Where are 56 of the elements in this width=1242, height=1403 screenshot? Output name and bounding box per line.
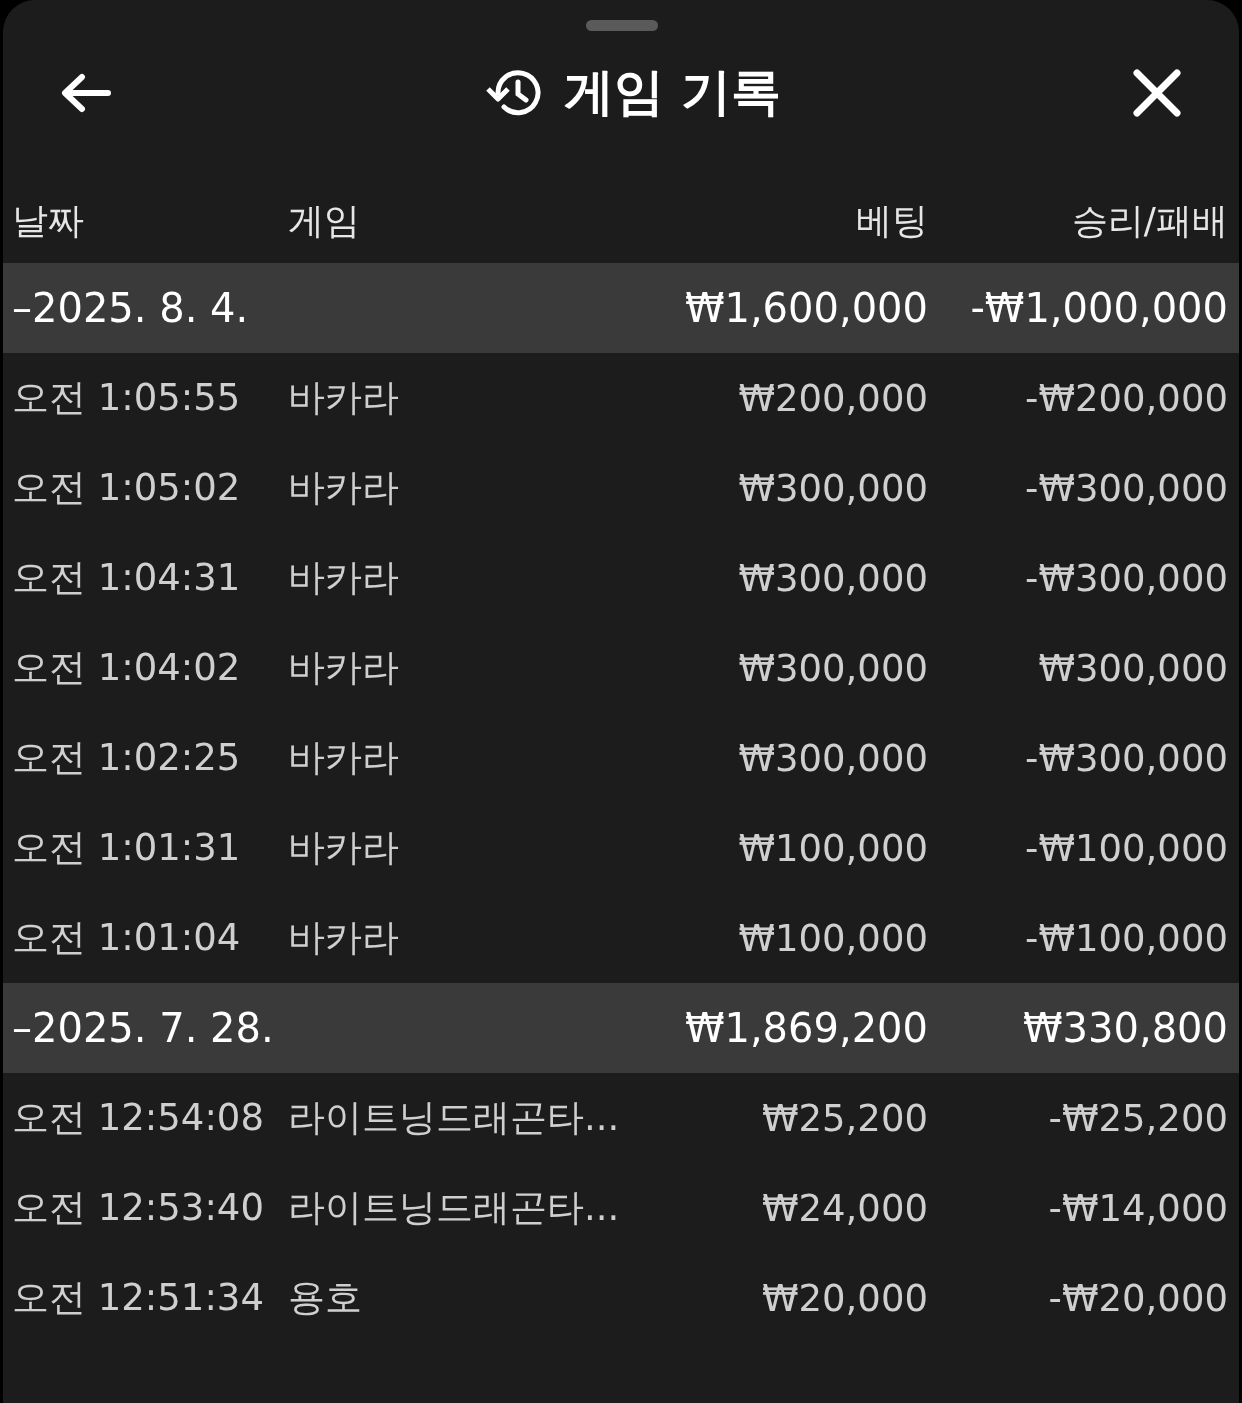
result-cell-text: -₩20,000 [1047,1276,1228,1320]
result-cell-text: -₩25,200 [1047,1096,1228,1140]
group-bet-total: ₩1,869,200 [683,1005,928,1051]
game-cell-text: 바카라 [288,645,400,691]
group-bet-total: ₩1,600,000 [683,285,928,331]
game-cell-text: 용호 [288,1275,363,1321]
bet-cell-text: ₩300,000 [737,736,928,780]
group-date: –2025. 7. 28. [12,1005,275,1051]
time-cell-text: 오전 1:05:02 [12,465,242,511]
group-result-total: -₩1,000,000 [969,285,1228,331]
result-cell-text: -₩14,000 [1047,1186,1228,1230]
bet-cell-text: ₩300,000 [737,466,928,510]
result-cell-text: -₩200,000 [1024,376,1228,420]
bet-cell-text: ₩200,000 [737,376,928,420]
time-cell-text: 오전 1:01:31 [12,825,242,871]
column-header: 날짜 [12,199,85,243]
bet-cell-text: ₩100,000 [737,916,928,960]
bet-cell-text: ₩20,000 [760,1276,928,1320]
column-header: 승리/패배 [1070,199,1228,243]
column-header: 게임 [288,199,361,243]
result-cell-text: -₩300,000 [1024,466,1228,510]
column-header: 베팅 [855,199,928,243]
bet-cell-text: ₩300,000 [737,556,928,600]
time-cell-text: 오전 1:04:31 [12,555,242,601]
bet-cell-text: ₩300,000 [737,646,928,690]
bet-cell-text: ₩100,000 [737,826,928,870]
date-group-row[interactable]: –2025. 7. 28. ₩1,869,200 ₩330,800 [3,983,1239,1073]
time-cell-text: 오전 1:02:25 [12,735,242,781]
game-cell-text: 라이트닝드래곤타... [288,1095,621,1141]
time-cell-text: 오전 12:54:08 [12,1095,265,1141]
result-cell-text: ₩300,000 [1037,646,1228,690]
result-cell-text: -₩300,000 [1024,556,1228,600]
bet-cell-text: ₩25,200 [760,1096,928,1140]
drag-handle[interactable] [586,20,658,31]
game-cell-text: 바카라 [288,465,400,511]
bet-cell-text: ₩24,000 [760,1186,928,1230]
time-cell-text: 오전 1:05:55 [12,375,242,421]
game-cell-text: 라이트닝드래곤타... [288,1185,621,1231]
group-result-total: ₩330,800 [1022,1005,1228,1051]
result-cell-text: -₩100,000 [1024,916,1228,960]
screen-title: 게임 기록 [563,62,782,123]
game-cell-text: 바카라 [288,375,400,421]
time-cell-text: 오전 1:01:04 [12,915,242,961]
back-arrow-icon[interactable] [60,72,112,113]
group-date: –2025. 8. 4. [12,285,250,331]
game-cell-text: 바카라 [288,825,400,871]
time-cell-text: 오전 1:04:02 [12,645,242,691]
time-cell-text: 오전 12:51:34 [12,1275,265,1321]
game-cell-text: 바카라 [288,735,400,781]
game-cell-text: 바카라 [288,555,400,601]
date-group-row[interactable]: –2025. 8. 4. ₩1,600,000 -₩1,000,000 [3,263,1239,353]
result-cell-text: -₩100,000 [1024,826,1228,870]
close-icon[interactable] [1133,68,1181,117]
result-cell-text: -₩300,000 [1024,736,1228,780]
time-cell-text: 오전 12:53:40 [12,1185,265,1231]
game-cell-text: 바카라 [288,915,400,961]
